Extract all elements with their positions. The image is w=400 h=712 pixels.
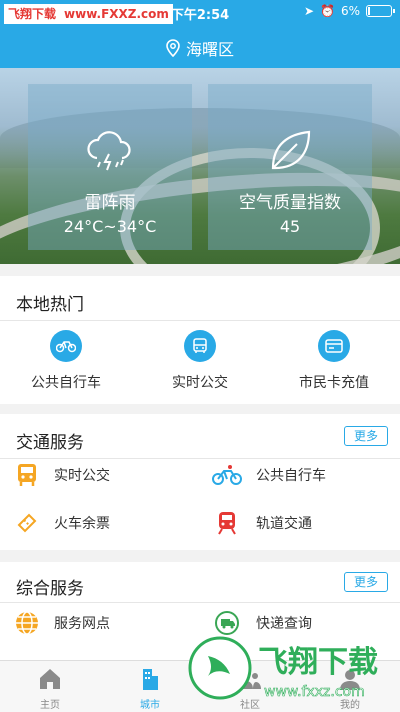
tab-city[interactable]: 城市: [100, 661, 200, 712]
section-title: 综合服务: [16, 579, 84, 599]
local-hot-section: 本地热门 公共自行车 实时公交 市民卡充值: [0, 276, 400, 404]
service-label: 快递查询: [256, 616, 312, 632]
thunderstorm-icon: [87, 131, 131, 171]
service-metro[interactable]: 轨道交通: [212, 510, 312, 536]
service-outlets[interactable]: 服务网点: [14, 610, 110, 636]
traffic-section: 交通服务 更多 实时公交 公共自行车 火车余票 轨道交通: [0, 414, 400, 550]
hot-item-card-recharge[interactable]: 市民卡充值: [274, 330, 394, 392]
card-icon: [318, 330, 350, 362]
watermark-logo: 飞翔下载 www.fxxz.com: [188, 636, 378, 700]
hot-item-label: 市民卡充值: [299, 375, 369, 391]
leaf-icon: [271, 130, 311, 170]
globe-icon: [14, 610, 40, 636]
location-pin-icon: [166, 39, 180, 57]
tab-home[interactable]: 主页: [0, 661, 100, 712]
alarm-icon: ⏰: [320, 4, 335, 18]
status-right: ➤ ⏰ 6%: [303, 4, 395, 18]
hot-item-label: 实时公交: [172, 375, 228, 391]
ticket-icon: [14, 510, 40, 536]
service-label: 火车余票: [54, 516, 110, 532]
bicycle-icon: [50, 330, 82, 362]
service-train-ticket[interactable]: 火车余票: [14, 510, 110, 536]
weather-condition: 雷阵雨: [84, 193, 136, 213]
location-arrow-icon: ➤: [303, 4, 314, 18]
metro-icon: [212, 510, 242, 536]
location-selector[interactable]: 海曙区: [0, 28, 400, 68]
tab-label: 主页: [40, 700, 60, 711]
bus-icon: [184, 330, 216, 362]
service-label: 公共自行车: [256, 468, 326, 484]
watermark-brand: 飞翔下载: [258, 645, 378, 680]
weather-banner: 雷阵雨 24°C~34°C 空气质量指数 45: [0, 68, 400, 264]
weather-card[interactable]: 雷阵雨 24°C~34°C: [28, 84, 192, 250]
bus-icon: [14, 462, 40, 488]
status-bar: 飞翔下载 www.FXXZ.com 下午2:54 ➤ ⏰ 6%: [0, 0, 400, 28]
service-label: 服务网点: [54, 616, 110, 632]
section-title: 交通服务: [16, 433, 84, 453]
city-icon: [143, 669, 158, 690]
service-bus[interactable]: 实时公交: [14, 462, 110, 488]
location-name: 海曙区: [185, 40, 234, 59]
more-button[interactable]: 更多: [344, 572, 388, 592]
weather-temperature: 24°C~34°C: [63, 217, 157, 236]
air-quality-card[interactable]: 空气质量指数 45: [208, 84, 372, 250]
bicycle-icon: [212, 462, 242, 488]
battery-percent: 6%: [340, 4, 360, 18]
service-bike[interactable]: 公共自行车: [212, 462, 326, 488]
aqi-value: 45: [279, 217, 301, 236]
hot-item-bus[interactable]: 实时公交: [140, 330, 260, 392]
battery-icon: [366, 5, 395, 17]
watermark-site: www.fxxz.com: [264, 684, 365, 700]
tab-label: 城市: [140, 700, 160, 711]
aqi-label: 空气质量指数: [239, 193, 341, 213]
more-button[interactable]: 更多: [344, 426, 388, 446]
hot-item-bike[interactable]: 公共自行车: [6, 330, 126, 392]
section-title: 本地热门: [16, 295, 84, 315]
hot-item-label: 公共自行车: [31, 375, 101, 391]
service-label: 轨道交通: [256, 516, 312, 532]
home-icon: [40, 669, 60, 689]
service-label: 实时公交: [54, 468, 110, 484]
